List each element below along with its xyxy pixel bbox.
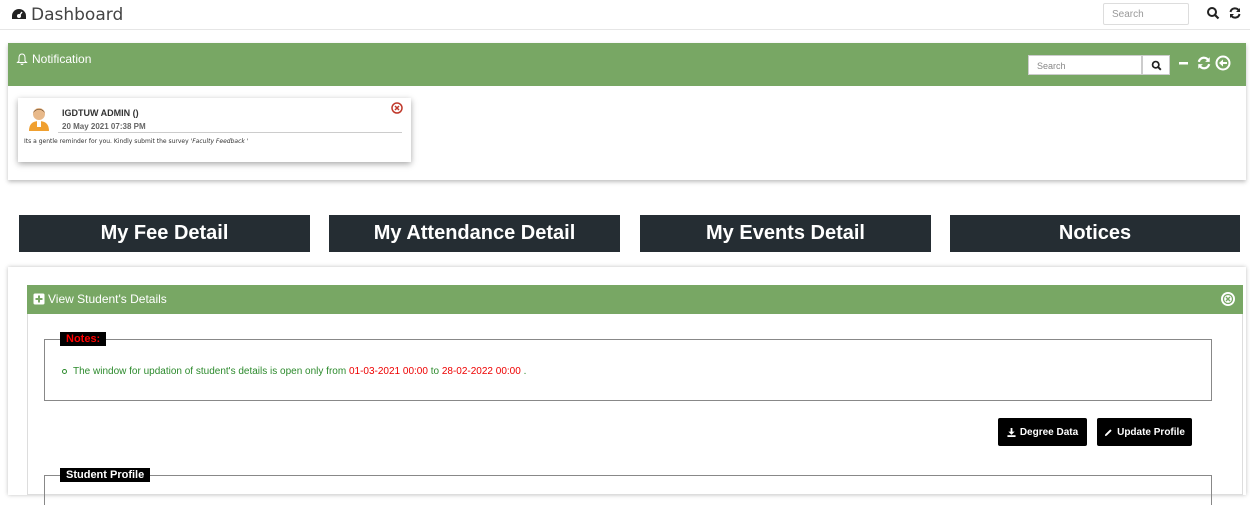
notification-panel: Notification Search IGDTUW ADMIN () 20 M… (8, 43, 1246, 180)
student-profile-fieldset (44, 475, 1212, 505)
bell-icon (16, 53, 28, 65)
note-from-date: 01-03-2021 00:00 (348, 366, 428, 377)
notification-sender: IGDTUW ADMIN () (62, 108, 139, 118)
student-details-header: View Student's Details (27, 285, 1243, 314)
notification-search-button[interactable] (1142, 55, 1170, 75)
note-to-date: 28-02-2022 00:00 (441, 366, 521, 377)
top-search-input[interactable]: Search (1103, 3, 1189, 25)
bullet-icon (62, 369, 67, 374)
notification-title: Notification (16, 52, 91, 66)
notes-legend: Notes: (60, 332, 107, 346)
download-icon (1007, 427, 1016, 437)
notification-card[interactable]: IGDTUW ADMIN () 20 May 2021 07:38 PM Its… (18, 98, 411, 162)
survey-name: 'Faculty Feedback ' (190, 138, 249, 145)
my-attendance-detail-button[interactable]: My Attendance Detail (329, 215, 620, 252)
notification-header: Notification Search (8, 43, 1246, 86)
dashboard-icon (12, 9, 26, 19)
search-icon[interactable] (1206, 6, 1220, 20)
student-details-title[interactable]: View Student's Details (33, 292, 167, 306)
refresh-icon[interactable] (1196, 55, 1212, 71)
minimize-icon[interactable] (1177, 55, 1193, 71)
user-avatar-icon (29, 108, 49, 131)
my-events-detail-button[interactable]: My Events Detail (640, 215, 931, 252)
notices-button[interactable]: Notices (950, 215, 1240, 252)
update-profile-button[interactable]: Update Profile (1097, 418, 1192, 446)
divider (58, 132, 402, 133)
notification-message: Its a gentle reminder for you. Kindly su… (24, 138, 249, 145)
search-icon (1151, 60, 1161, 70)
my-fee-detail-button[interactable]: My Fee Detail (19, 215, 310, 252)
page-title: Dashboard (31, 5, 124, 25)
plus-square-icon (33, 293, 45, 305)
note-item: The window for updation of student's det… (62, 366, 526, 377)
degree-data-button[interactable]: Degree Data (998, 418, 1087, 446)
notification-time: 20 May 2021 07:38 PM (62, 122, 146, 131)
notification-search-input[interactable]: Search (1028, 55, 1142, 75)
close-circle-icon[interactable] (1220, 291, 1236, 307)
top-bar: Dashboard Search (0, 0, 1250, 30)
refresh-icon[interactable] (1228, 6, 1242, 20)
close-circle-icon[interactable] (391, 102, 403, 114)
dashboard-title: Dashboard (11, 5, 123, 25)
pencil-icon (1104, 428, 1112, 436)
student-profile-legend: Student Profile (60, 468, 151, 482)
back-icon[interactable] (1215, 55, 1231, 71)
